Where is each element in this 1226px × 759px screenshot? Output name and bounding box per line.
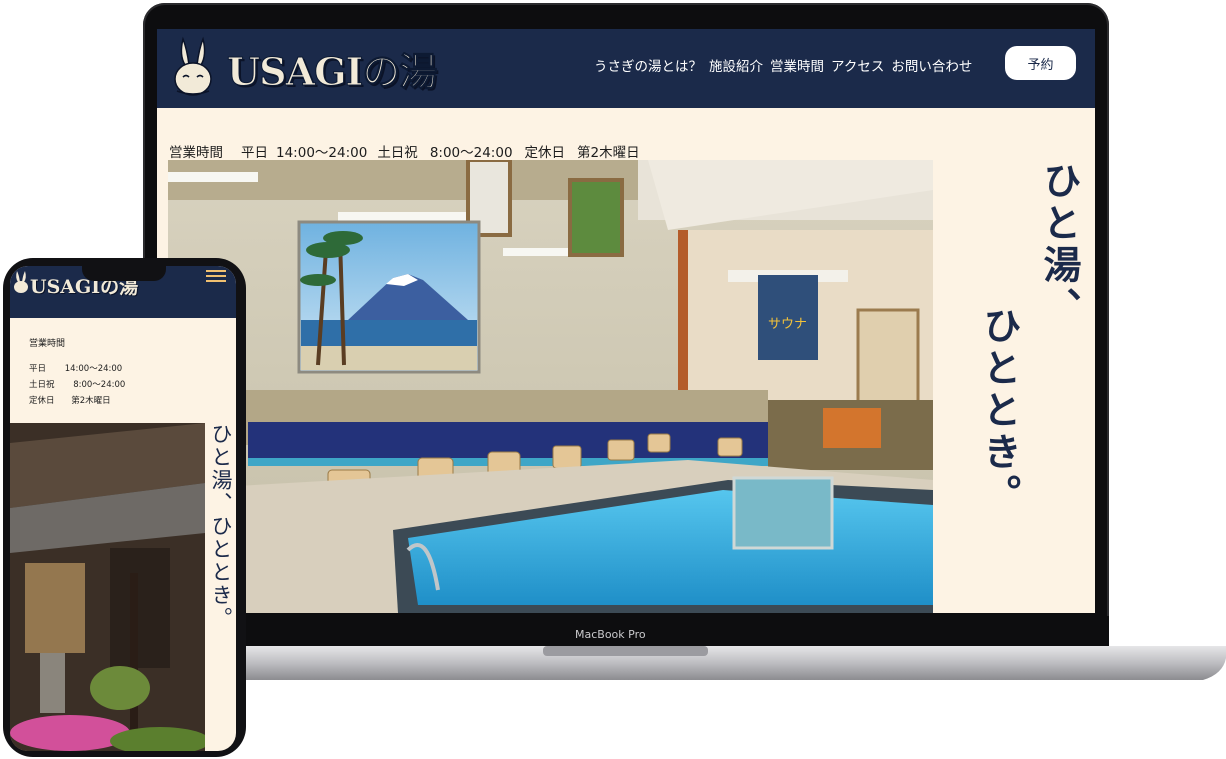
nav-contact[interactable]: お問い合わせ — [891, 55, 972, 75]
tagline-col1: ひと湯、 — [1037, 161, 1082, 329]
building-illustration — [10, 423, 205, 751]
tagline-col2: ひととき。 — [977, 306, 1022, 516]
laptop-base — [143, 616, 1226, 680]
logo[interactable]: USAGIの湯 — [169, 35, 438, 101]
phone-hours-holiday: 土日祝 8:00〜24:00 — [29, 378, 125, 390]
phone-weekday-time: 14:00〜24:00 — [64, 364, 123, 374]
phone-hours-closed: 定休日 第2木曜日 — [29, 394, 111, 406]
closed-label: 定休日 — [524, 145, 566, 161]
weekday-time: 14:00〜24:00 — [276, 145, 368, 161]
site-header: USAGIの湯 うさぎの湯とは？ 施設紹介 営業時間 アクセス お問い合わせ 予… — [157, 29, 1095, 108]
bathhouse-illustration: サウナ — [168, 160, 933, 613]
phone-hours-weekday: 平日 14:00〜24:00 — [29, 362, 122, 374]
rabbit-logo-icon — [14, 271, 28, 293]
hours-title: 営業時間 — [169, 145, 223, 161]
sauna-sign: サウナ — [768, 317, 807, 332]
nav-about[interactable]: うさぎの湯とは？ — [594, 55, 702, 75]
holiday-label: 土日祝 — [377, 145, 418, 161]
holiday-time: 8:00〜24:00 — [429, 145, 513, 161]
phone-notch — [82, 259, 166, 281]
closed-value: 第2木曜日 — [577, 145, 640, 161]
bathhouse-photo: サウナ — [168, 160, 933, 613]
phone-hours-title: 営業時間 — [29, 339, 66, 349]
reserve-button[interactable]: 予約 — [1005, 46, 1076, 80]
phone-screen: USAGIの湯 営業時間 平日 14:00〜24:00 土日祝 8:00〜24:… — [10, 266, 236, 751]
phone-tagline: ひと湯、ひととき。 — [209, 423, 233, 630]
hamburger-menu-icon[interactable] — [206, 270, 226, 284]
phone-closed-value: 第2木曜日 — [71, 396, 111, 406]
phone-holiday-time: 8:00〜24:00 — [73, 380, 126, 390]
weekday-label: 平日 — [241, 145, 268, 161]
hours-bar: 営業時間 平日 14:00〜24:00 土日祝 8:00〜24:00 定休日 第… — [169, 141, 658, 161]
logo-text: USAGIの湯 — [226, 48, 437, 94]
phone-closed-label: 定休日 — [29, 396, 55, 406]
nav-hours[interactable]: 営業時間 — [770, 55, 824, 75]
main-nav: うさぎの湯とは？ 施設紹介 営業時間 アクセス お問い合わせ — [594, 55, 979, 75]
laptop-screen: USAGIの湯 うさぎの湯とは？ 施設紹介 営業時間 アクセス お問い合わせ 予… — [157, 29, 1095, 613]
rabbit-logo-icon — [174, 36, 212, 96]
phone-holiday-label: 土日祝 — [29, 380, 55, 390]
phone-building-photo — [10, 423, 205, 751]
phone-weekday-label: 平日 — [29, 364, 47, 374]
laptop-brand-label: MacBook Pro — [575, 628, 646, 641]
nav-facilities[interactable]: 施設紹介 — [709, 55, 763, 75]
nav-access[interactable]: アクセス — [831, 55, 884, 75]
